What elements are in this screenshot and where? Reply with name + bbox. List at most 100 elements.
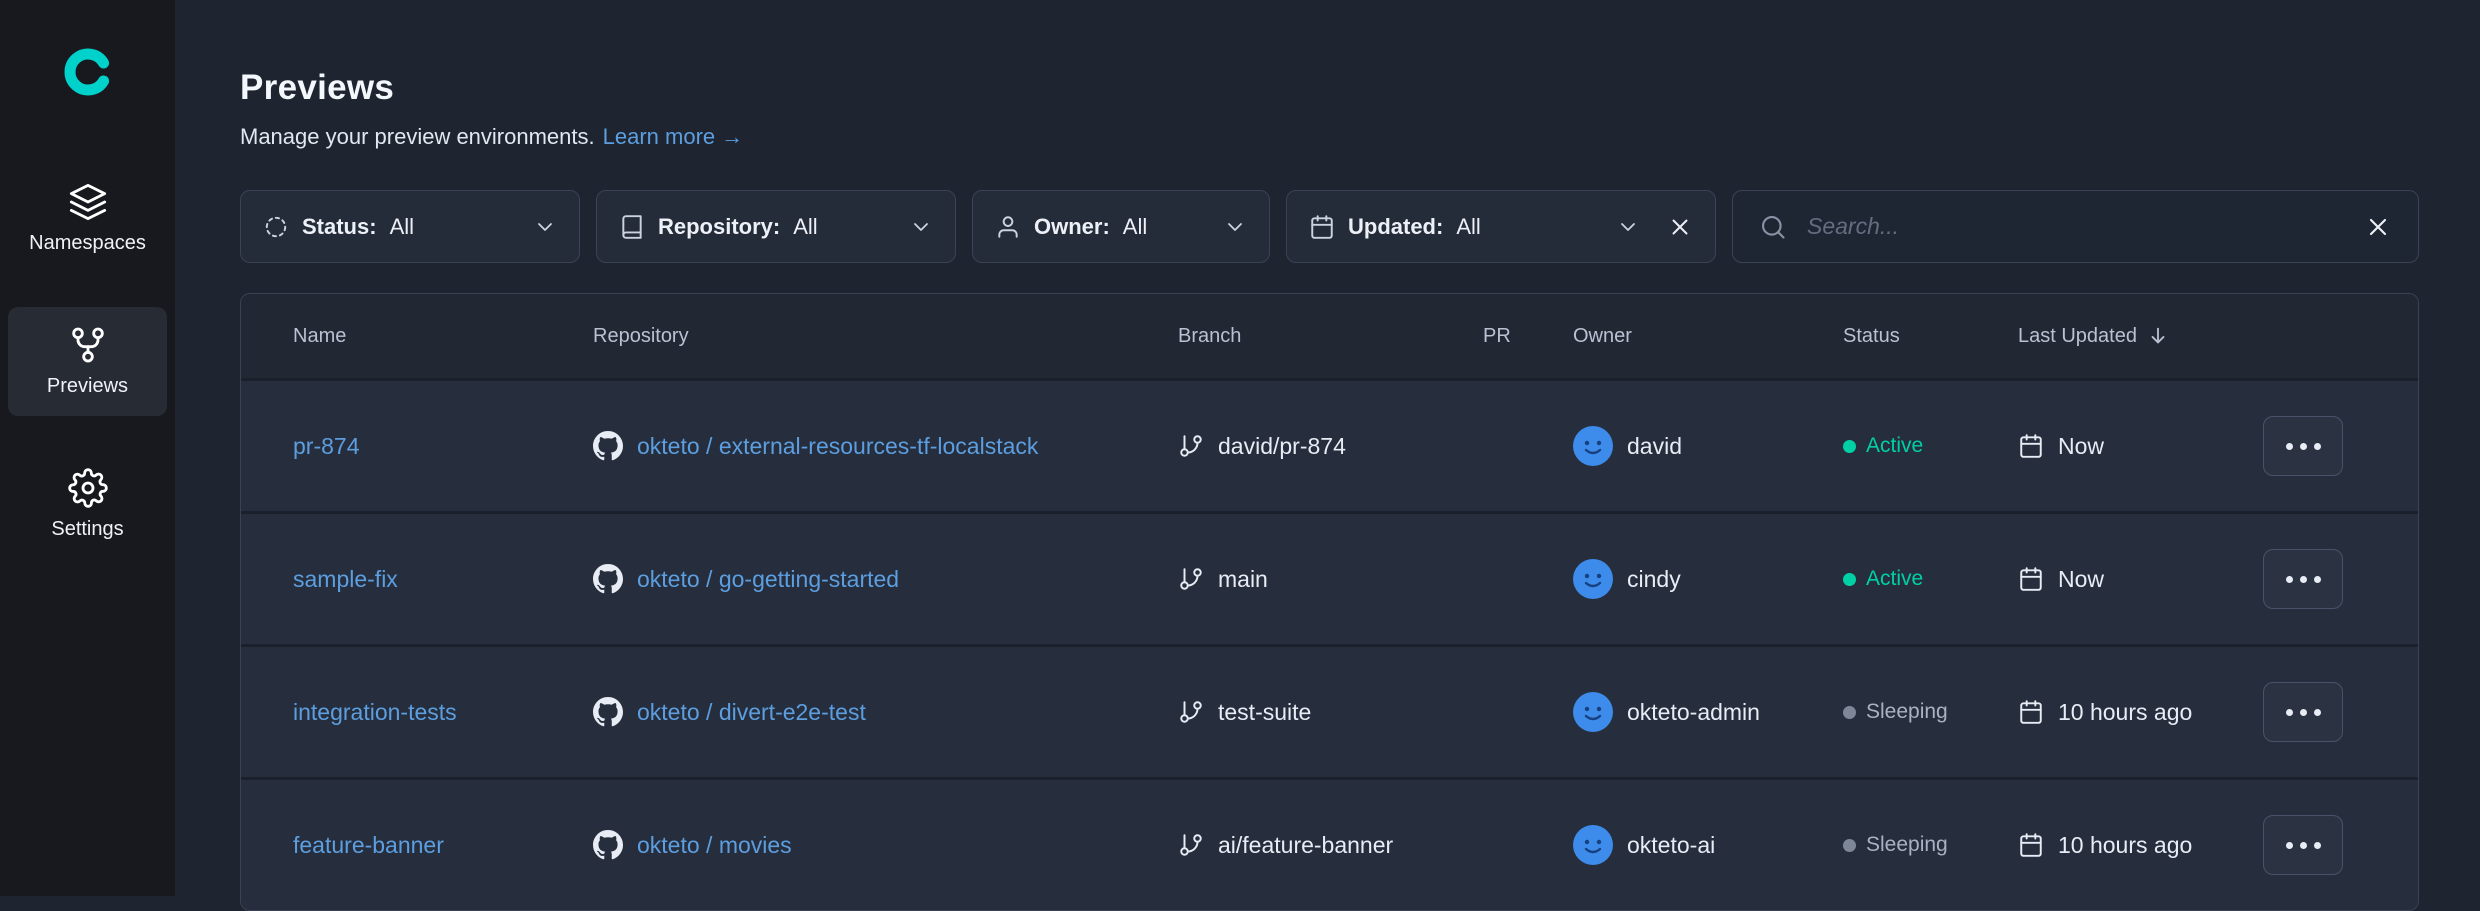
branch-name: ai/feature-banner (1218, 832, 1393, 859)
repository-link[interactable]: okteto / go-getting-started (637, 566, 899, 593)
clear-updated-filter-button[interactable] (1667, 214, 1693, 240)
chevron-down-icon (533, 215, 557, 239)
arrow-right-icon: → (721, 124, 743, 150)
status-badge: Sleeping (1843, 833, 1948, 857)
branch-name: main (1218, 566, 1268, 593)
status-text: Active (1866, 567, 1923, 591)
column-header-last-updated[interactable]: Last Updated (2018, 325, 2263, 348)
branch-name: david/pr-874 (1218, 433, 1346, 460)
sidebar-item-label: Previews (47, 375, 128, 398)
learn-more-link[interactable]: Learn more→ (603, 124, 744, 150)
sidebar-item-label: Settings (51, 518, 123, 541)
row-actions-button[interactable] (2263, 682, 2343, 742)
row-actions-button[interactable] (2263, 549, 2343, 609)
gear-icon (68, 468, 108, 508)
status-dot (1843, 839, 1856, 852)
repository-filter-dropdown[interactable]: Repository: All (596, 190, 956, 263)
github-icon (593, 564, 623, 594)
okteto-logo[interactable] (0, 0, 175, 164)
status-badge: Sleeping (1843, 700, 1948, 724)
calendar-icon (1309, 214, 1335, 240)
avatar (1573, 825, 1613, 865)
table-row[interactable]: pr-874 okteto / external-resources-tf-lo… (241, 378, 2418, 511)
status-badge: Active (1843, 434, 1923, 458)
table-header: Name Repository Branch PR Owner Status L… (241, 294, 2418, 378)
last-updated-text: Now (2058, 433, 2104, 460)
avatar (1573, 559, 1613, 599)
status-dot (1843, 573, 1856, 586)
person-icon (995, 214, 1021, 240)
page-title: Previews (240, 68, 2419, 108)
filter-value: All (390, 214, 414, 240)
calendar-icon (2018, 699, 2044, 725)
chevron-down-icon (1223, 215, 1247, 239)
main-content: Previews Manage your preview environment… (175, 0, 2480, 896)
column-header-branch: Branch (1178, 325, 1483, 348)
sort-descending-icon (2147, 325, 2169, 347)
chevron-down-icon (1616, 215, 1640, 239)
table-row[interactable]: integration-tests okteto / divert-e2e-te… (241, 644, 2418, 777)
sidebar-item-previews[interactable]: Previews (8, 307, 167, 416)
sidebar-item-label: Namespaces (29, 232, 146, 255)
subtitle-text: Manage your preview environments. (240, 124, 595, 150)
status-badge: Active (1843, 567, 1923, 591)
row-actions-button[interactable] (2263, 815, 2343, 875)
github-icon (593, 697, 623, 727)
repo-icon (619, 214, 645, 240)
column-header-status: Status (1843, 325, 2018, 348)
layers-icon (68, 182, 108, 222)
preview-name-link[interactable]: sample-fix (293, 566, 398, 593)
filter-bar: Status: All Repository: All (240, 190, 2419, 263)
calendar-icon (2018, 566, 2044, 592)
chevron-down-icon (909, 215, 933, 239)
last-updated-text: Now (2058, 566, 2104, 593)
column-header-name: Name (293, 325, 593, 348)
updated-filter-dropdown[interactable]: Updated: All (1286, 190, 1716, 263)
filter-label: Repository: (658, 214, 780, 240)
github-icon (593, 830, 623, 860)
owner-filter-dropdown[interactable]: Owner: All (972, 190, 1270, 263)
git-branch-icon (1178, 566, 1204, 592)
dashed-circle-icon (263, 214, 289, 240)
status-dot (1843, 706, 1856, 719)
column-header-pr: PR (1483, 325, 1573, 348)
sidebar-item-namespaces[interactable]: Namespaces (8, 164, 167, 273)
owner-name: okteto-ai (1627, 832, 1715, 859)
row-actions-button[interactable] (2263, 416, 2343, 476)
status-dot (1843, 440, 1856, 453)
calendar-icon (2018, 832, 2044, 858)
git-fork-icon (68, 325, 108, 365)
status-text: Sleeping (1866, 700, 1948, 724)
filter-value: All (1123, 214, 1147, 240)
column-header-repository: Repository (593, 325, 1178, 348)
sidebar-item-settings[interactable]: Settings (8, 450, 167, 559)
clear-search-button[interactable] (2364, 213, 2392, 241)
search-icon (1759, 213, 1787, 241)
filter-label: Updated: (1348, 214, 1443, 240)
filter-value: All (793, 214, 817, 240)
git-branch-icon (1178, 832, 1204, 858)
repository-link[interactable]: okteto / divert-e2e-test (637, 699, 866, 726)
avatar (1573, 692, 1613, 732)
repository-link[interactable]: okteto / movies (637, 832, 792, 859)
table-row[interactable]: feature-banner okteto / movies ai/featur… (241, 777, 2418, 910)
column-header-owner: Owner (1573, 325, 1843, 348)
owner-name: okteto-admin (1627, 699, 1760, 726)
search-box (1732, 190, 2419, 263)
page-subtitle: Manage your preview environments. Learn … (240, 124, 2419, 150)
calendar-icon (2018, 433, 2044, 459)
git-branch-icon (1178, 433, 1204, 459)
preview-name-link[interactable]: pr-874 (293, 433, 359, 460)
preview-name-link[interactable]: feature-banner (293, 832, 444, 859)
owner-name: david (1627, 433, 1682, 460)
table-row[interactable]: sample-fix okteto / go-getting-started m… (241, 511, 2418, 644)
filter-label: Status: (302, 214, 377, 240)
repository-link[interactable]: okteto / external-resources-tf-localstac… (637, 433, 1038, 460)
status-text: Active (1866, 434, 1923, 458)
filter-value: All (1456, 214, 1480, 240)
search-input[interactable] (1805, 212, 2332, 241)
github-icon (593, 431, 623, 461)
filter-label: Owner: (1034, 214, 1110, 240)
status-filter-dropdown[interactable]: Status: All (240, 190, 580, 263)
preview-name-link[interactable]: integration-tests (293, 699, 457, 726)
